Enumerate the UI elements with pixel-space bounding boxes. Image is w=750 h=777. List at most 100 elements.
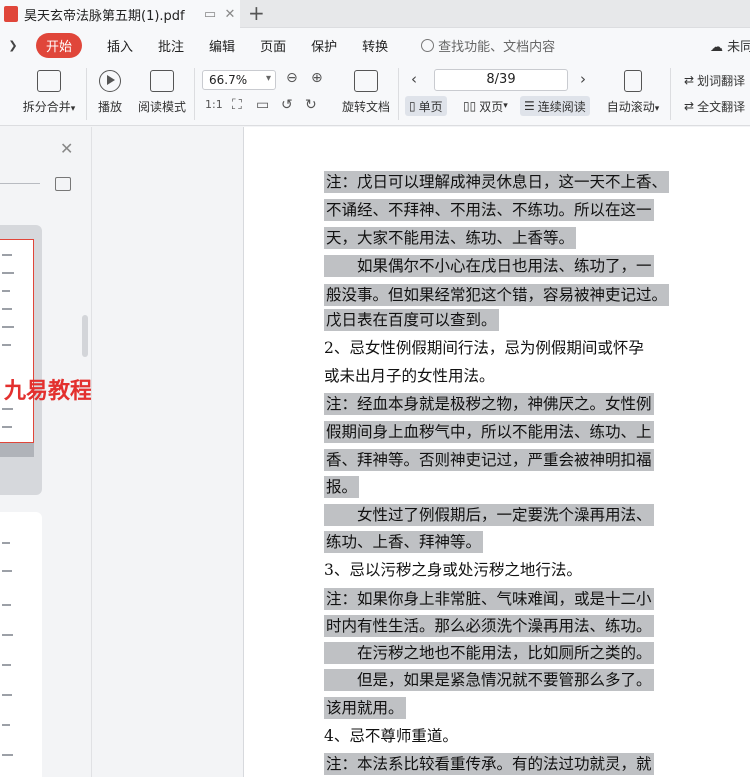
zoom-select[interactable]: 66.7% ▾ <box>202 70 276 90</box>
full-translate-label: 全文翻译 <box>697 99 746 114</box>
menu-start[interactable]: 开始 <box>36 32 83 58</box>
menu-convert[interactable]: 转换 <box>362 36 388 55</box>
document-view[interactable]: 注：戊日可以理解成神灵休息日，这一天不上香、 不诵经、不拜神、不用法、不练功。所… <box>93 127 750 777</box>
chevron-down-icon: ▾ <box>265 73 271 84</box>
next-page-icon[interactable]: › <box>580 70 586 88</box>
single-page-icon: ▯ <box>409 99 416 113</box>
fit-page-icon[interactable]: ⛶ <box>232 97 242 113</box>
split-merge-button[interactable]: 拆分合并▾ <box>18 70 80 115</box>
zoom-in-icon[interactable]: ⊕ <box>311 70 323 86</box>
full-translate-button[interactable]: ⇄ 全文翻译 <box>680 96 749 116</box>
panel-scrollbar[interactable] <box>82 315 88 357</box>
continuous-read-button[interactable]: ☰ 连续阅读 <box>520 96 590 116</box>
full-translate-icon: ⇄ <box>684 99 695 113</box>
menu-collapse-chevron-icon[interactable]: ❯ <box>0 39 26 52</box>
rotate-right-icon[interactable]: ↻ <box>305 97 317 113</box>
read-mode-button[interactable]: 阅读模式 <box>136 70 188 115</box>
play-icon <box>99 70 121 92</box>
doc-line: 注：戊日可以理解成神灵休息日，这一天不上香、 <box>324 171 670 193</box>
title-bar: 昊天玄帝法脉第五期(1).pdf ▭ ✕ + <box>0 0 750 28</box>
read-mode-label: 阅读模式 <box>137 100 186 114</box>
auto-scroll-label: 自动滚动 <box>606 100 655 114</box>
rotate-document-button[interactable]: 旋转文档 <box>340 70 392 115</box>
doc-line: 注：本法系比较看重传承。有的法过功就灵，就 <box>324 753 654 775</box>
actual-size-icon[interactable]: 1:1 <box>205 98 223 111</box>
single-page-button[interactable]: ▯ 单页 <box>405 96 447 116</box>
menu-edit[interactable]: 编辑 <box>209 36 235 55</box>
panel-divider <box>0 183 40 184</box>
auto-scroll-button[interactable]: 自动滚动▾ <box>604 70 662 115</box>
document-tab[interactable]: 昊天玄帝法脉第五期(1).pdf ▭ ✕ <box>0 0 240 28</box>
rotate-left-icon[interactable]: ↺ <box>281 97 293 113</box>
search-placeholder: 查找功能、文档内容 <box>438 39 556 55</box>
doc-line: 如果偶尔不小心在戊日也用法、练功了，一 <box>324 255 654 277</box>
thumbnail-page <box>0 239 34 443</box>
search-icon <box>421 38 435 52</box>
cloud-icon: ☁ <box>710 40 723 55</box>
single-page-label: 单页 <box>418 99 443 114</box>
continuous-read-icon: ☰ <box>524 99 535 113</box>
menu-protect[interactable]: 保护 <box>311 36 337 55</box>
pdf-file-icon <box>4 6 18 22</box>
page-thumbnail-next[interactable] <box>0 512 42 777</box>
close-tab-icon[interactable]: ✕ <box>220 7 240 22</box>
tab-display-icon[interactable]: ▭ <box>200 7 220 22</box>
fit-width-icon[interactable]: ▭ <box>256 97 269 113</box>
doc-line: 3、忌以污秽之身或处污秽之地行法。 <box>324 561 582 579</box>
continuous-read-label: 连续阅读 <box>537 99 586 114</box>
doc-line: 4、忌不尊师重道。 <box>324 727 458 745</box>
tab-title: 昊天玄帝法脉第五期(1).pdf <box>24 8 185 24</box>
doc-line: 香、拜神等。否则神吏记过，严重会被神明扣福 <box>324 449 654 471</box>
doc-line: 般没事。但如果经常犯这个错，容易被神吏记过。 <box>324 284 670 306</box>
doc-line: 戊日表在百度可以查到。 <box>324 309 499 331</box>
doc-line: 在污秽之地也不能用法，比如厕所之类的。 <box>324 642 654 664</box>
doc-line: 注：经血本身就是极秽之物，神佛厌之。女性例 <box>324 393 654 415</box>
sync-label: 未同 <box>727 40 750 55</box>
double-page-label: 双页 <box>479 99 504 114</box>
menu-bar: ❯ 开始 插入 批注 编辑 页面 保护 转换 查找功能、文档内容 ☁ 未同 <box>0 28 750 62</box>
zoom-value: 66.7% <box>209 73 248 87</box>
thumbnail-footer <box>0 443 34 457</box>
toolbar: 拆分合并▾ 播放 阅读模式 66.7% ▾ ⊖ ⊕ 1:1 ⛶ ▭ ↺ ↻ 旋转… <box>0 62 750 126</box>
zoom-out-icon[interactable]: ⊖ <box>286 70 298 86</box>
doc-line: 或未出月子的女性用法。 <box>324 367 495 385</box>
doc-line: 该用就用。 <box>324 697 406 719</box>
previous-page-icon[interactable]: ‹ <box>411 70 417 88</box>
doc-line: 假期间身上血秽气中，所以不能用法、练功、上 <box>324 421 654 443</box>
play-button[interactable]: 播放 <box>95 70 125 115</box>
doc-line: 报。 <box>324 476 360 498</box>
doc-line: 时内有性生活。那么必须洗个澡再用法、练功。 <box>324 615 654 637</box>
auto-scroll-icon <box>624 70 642 92</box>
translate-icon: ⇄ <box>684 73 695 87</box>
page-thumbnail-current[interactable] <box>0 225 42 495</box>
rotate-document-label: 旋转文档 <box>341 100 390 114</box>
doc-line: 天，大家不能用法、练功、上香等。 <box>324 227 577 249</box>
doc-line: 女性过了例假期后，一定要洗个澡再用法、 <box>324 504 654 526</box>
double-page-button[interactable]: ▯▯ 双页 ▾ <box>459 96 512 116</box>
menu-insert[interactable]: 插入 <box>107 36 133 55</box>
word-translate-label: 划词翻译 <box>697 73 746 88</box>
doc-line: 注：如果你身上非常脏、气味难闻，或是十二小 <box>324 588 654 610</box>
play-label: 播放 <box>97 100 122 114</box>
new-tab-button[interactable]: + <box>248 2 265 24</box>
search-box[interactable]: 查找功能、文档内容 <box>421 36 555 55</box>
doc-line: 练功、上香、拜神等。 <box>324 531 484 553</box>
thumbnail-panel: ✕ 九易教程 <box>0 127 92 777</box>
pdf-reader-window: 昊天玄帝法脉第五期(1).pdf ▭ ✕ + ❯ 开始 插入 批注 编辑 页面 … <box>0 0 750 777</box>
menu-annotate[interactable]: 批注 <box>158 36 184 55</box>
doc-line: 不诵经、不拜神、不用法、不练功。所以在这一 <box>324 199 654 221</box>
sync-status[interactable]: ☁ 未同 <box>710 36 750 55</box>
menu-page[interactable]: 页面 <box>260 36 286 55</box>
book-icon <box>150 70 174 92</box>
doc-line: 但是，如果是紧急情况就不要管那么多了。 <box>324 669 654 691</box>
watermark-text: 九易教程 <box>4 379 92 404</box>
image-icon[interactable] <box>55 177 71 191</box>
double-page-icon: ▯▯ <box>463 99 477 113</box>
split-merge-icon <box>37 70 61 92</box>
rotate-document-icon <box>354 70 378 92</box>
close-panel-icon[interactable]: ✕ <box>60 139 73 158</box>
split-merge-label: 拆分合并 <box>22 100 71 114</box>
word-translate-button[interactable]: ⇄ 划词翻译 <box>680 70 749 90</box>
pdf-page[interactable]: 注：戊日可以理解成神灵休息日，这一天不上香、 不诵经、不拜神、不用法、不练功。所… <box>243 127 750 777</box>
page-number-input[interactable]: 8/39 <box>434 69 568 91</box>
